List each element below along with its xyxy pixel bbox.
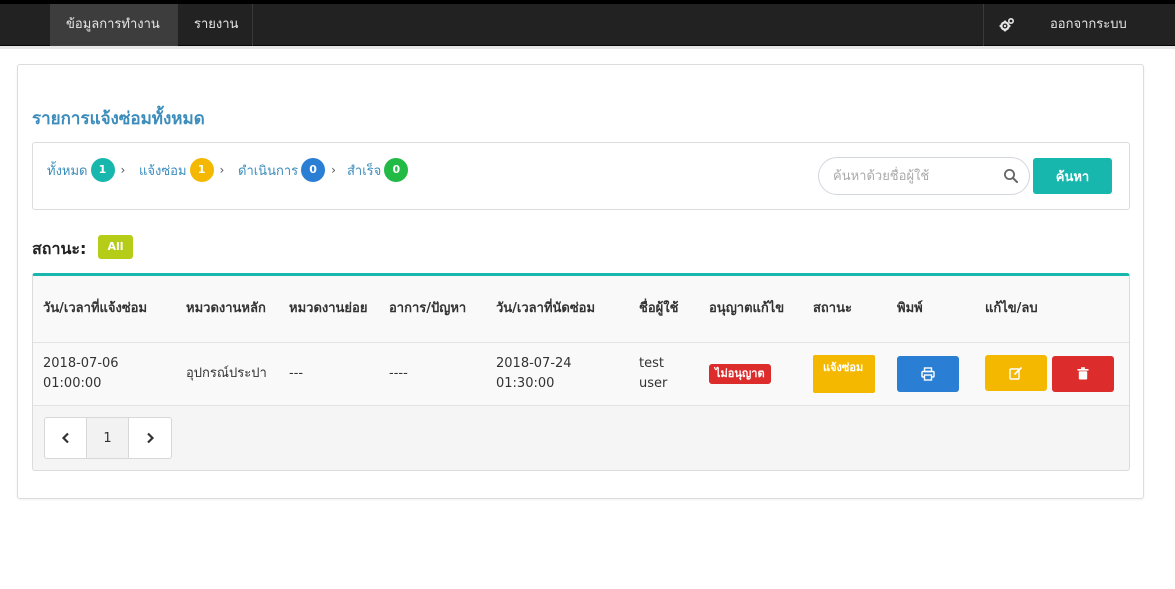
permission-cell: ไม่อนุญาต (699, 342, 803, 406)
count-badge: 1 (90, 158, 115, 182)
repair-table: วัน/เวลาที่แจ้งซ่อม หมวดงานหลัก หมวดงานย… (33, 276, 1129, 406)
count-badge: 0 (301, 158, 326, 182)
column-header: หมวดงานย่อย (279, 276, 379, 343)
nav-divider (252, 4, 253, 46)
nav-item-report[interactable]: รายงาน (178, 4, 252, 46)
nav-underline (0, 46, 1175, 49)
trash-icon (1077, 367, 1089, 380)
filter-completed[interactable]: สำเร็จ 0 (347, 158, 409, 182)
gears-icon (999, 17, 1015, 32)
print-cell (887, 342, 975, 406)
count-badge: 1 (189, 158, 214, 182)
edit-button[interactable] (985, 355, 1047, 392)
column-header: วัน/เวลาที่แจ้งซ่อม (33, 276, 176, 343)
filter-box: ทั้งหมด 1 › แจ้งซ่อม 1 › ดำเนินการ 0 › ส… (32, 142, 1130, 210)
column-header: อาการ/ปัญหา (379, 276, 486, 343)
status-filter-label: สถานะ: (32, 239, 87, 258)
sub-category: --- (279, 342, 379, 406)
chevron-right-icon: › (219, 163, 225, 177)
problem: ---- (379, 342, 486, 406)
top-navbar: ข้อมูลการทำงาน รายงาน ออกจากระบบ (0, 0, 1175, 46)
filter-all[interactable]: ทั้งหมด 1 › (47, 158, 125, 182)
filter-label[interactable]: แจ้งซ่อม (139, 160, 187, 181)
search-input[interactable] (818, 157, 1030, 195)
settings-button[interactable] (984, 4, 1030, 46)
actions-cell (975, 342, 1129, 406)
chevron-right-icon (147, 432, 155, 444)
status-all-button[interactable]: All (98, 235, 133, 259)
count-badge: 0 (384, 158, 409, 182)
search-icon[interactable] (1003, 168, 1019, 184)
filter-label[interactable]: ทั้งหมด (47, 160, 88, 181)
page-title: รายการแจ้งซ่อมทั้งหมด (32, 109, 205, 129)
edit-icon (1009, 367, 1023, 380)
status-button[interactable]: แจ้งซ่อม (813, 354, 875, 393)
chevron-right-icon: › (120, 163, 126, 177)
column-header: แก้ไข/ลบ (975, 276, 1129, 343)
print-icon (921, 366, 935, 381)
user-name: test user (629, 342, 699, 406)
status-cell: แจ้งซ่อม (803, 342, 887, 406)
next-page-button[interactable] (129, 418, 171, 458)
pagination: 1 (44, 417, 172, 459)
prev-page-button[interactable] (45, 418, 87, 458)
appointment-datetime: 2018-07-24 01:30:00 (486, 342, 629, 406)
search-button[interactable]: ค้นหา (1033, 158, 1112, 194)
filter-in-progress[interactable]: ดำเนินการ 0 › (238, 158, 336, 182)
repair-table-box: วัน/เวลาที่แจ้งซ่อม หมวดงานหลัก หมวดงานย… (32, 273, 1130, 471)
logout-link[interactable]: ออกจากระบบ (1030, 4, 1150, 46)
page-number[interactable]: 1 (87, 418, 129, 458)
delete-button[interactable] (1052, 355, 1115, 392)
filter-reported[interactable]: แจ้งซ่อม 1 › (139, 158, 224, 182)
permission-badge: ไม่อนุญาต (709, 363, 771, 384)
column-header: ชื่อผู้ใช้ (629, 276, 699, 343)
column-header: อนุญาตแก้ไข (699, 276, 803, 343)
column-header: สถานะ (803, 276, 887, 343)
nav-item-work-data[interactable]: ข้อมูลการทำงาน (50, 4, 177, 46)
print-button[interactable] (897, 355, 959, 392)
column-header: พิมพ์ (887, 276, 975, 343)
table-header-row: วัน/เวลาที่แจ้งซ่อม หมวดงานหลัก หมวดงานย… (33, 276, 1129, 343)
main-panel: รายการแจ้งซ่อมทั้งหมด ทั้งหมด 1 › แจ้งซ่… (17, 64, 1144, 499)
filter-label[interactable]: สำเร็จ (347, 160, 381, 181)
chevron-right-icon: › (331, 163, 336, 177)
column-header: วัน/เวลาที่นัดซ่อม (486, 276, 629, 343)
filter-label[interactable]: ดำเนินการ (238, 160, 298, 181)
table-row: 2018-07-06 01:00:00 อุปกรณ์ประปา --- ---… (33, 342, 1129, 406)
column-header: หมวดงานหลัก (176, 276, 279, 343)
reported-datetime: 2018-07-06 01:00:00 (33, 342, 176, 406)
chevron-left-icon (61, 432, 69, 444)
main-category: อุปกรณ์ประปา (176, 342, 279, 406)
